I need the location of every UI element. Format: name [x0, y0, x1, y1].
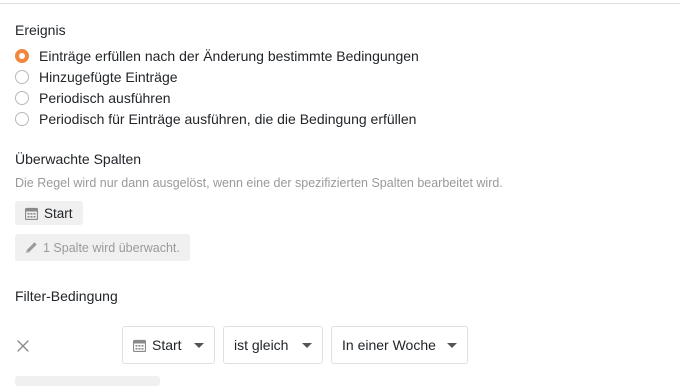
- event-option-periodic-conditions[interactable]: Periodisch für Einträge ausführen, die d…: [15, 109, 416, 129]
- filter-section-title: Filter-Bedingung: [15, 288, 118, 304]
- watched-column-chip: Start: [15, 201, 83, 225]
- radio-unselected[interactable]: [15, 91, 29, 105]
- event-option-label: Hinzugefügte Einträge: [39, 69, 178, 85]
- watched-columns-hint: Die Regel wird nur dann ausgelöst, wenn …: [15, 176, 503, 190]
- event-option-label: Periodisch ausführen: [39, 90, 171, 106]
- radio-unselected[interactable]: [15, 112, 29, 126]
- filter-value-select[interactable]: In einer Woche: [331, 326, 468, 364]
- event-option-conditions[interactable]: Einträge erfüllen nach der Änderung best…: [15, 46, 419, 66]
- top-divider: [0, 3, 680, 4]
- filter-column-select[interactable]: Start: [122, 326, 215, 364]
- edit-watched-columns-button[interactable]: 1 Spalte wird überwacht.: [15, 234, 190, 261]
- chevron-down-icon: [194, 342, 204, 348]
- event-option-label: Periodisch für Einträge ausführen, die d…: [39, 111, 417, 127]
- chevron-down-icon: [447, 342, 457, 348]
- event-section-title: Ereignis: [15, 22, 66, 38]
- event-option-label: Einträge erfüllen nach der Änderung best…: [39, 48, 419, 64]
- filter-value-label: In einer Woche: [342, 337, 436, 353]
- event-option-periodic[interactable]: Periodisch ausführen: [15, 88, 171, 108]
- watched-columns-title: Überwachte Spalten: [15, 151, 142, 167]
- edit-watched-columns-label: 1 Spalte wird überwacht.: [43, 240, 180, 255]
- chevron-down-icon: [302, 342, 312, 348]
- radio-selected[interactable]: [15, 49, 29, 63]
- filter-column-label: Start: [152, 337, 182, 353]
- close-icon[interactable]: [15, 338, 31, 354]
- watched-column-label: Start: [44, 205, 73, 221]
- radio-unselected[interactable]: [15, 70, 29, 84]
- calendar-icon: [25, 207, 38, 220]
- add-filter-button[interactable]: [15, 376, 160, 386]
- calendar-icon: [133, 339, 146, 352]
- pencil-icon: [25, 241, 38, 254]
- event-option-added-entries[interactable]: Hinzugefügte Einträge: [15, 67, 178, 87]
- filter-operator-select[interactable]: ist gleich: [223, 326, 323, 364]
- filter-operator-label: ist gleich: [234, 337, 289, 353]
